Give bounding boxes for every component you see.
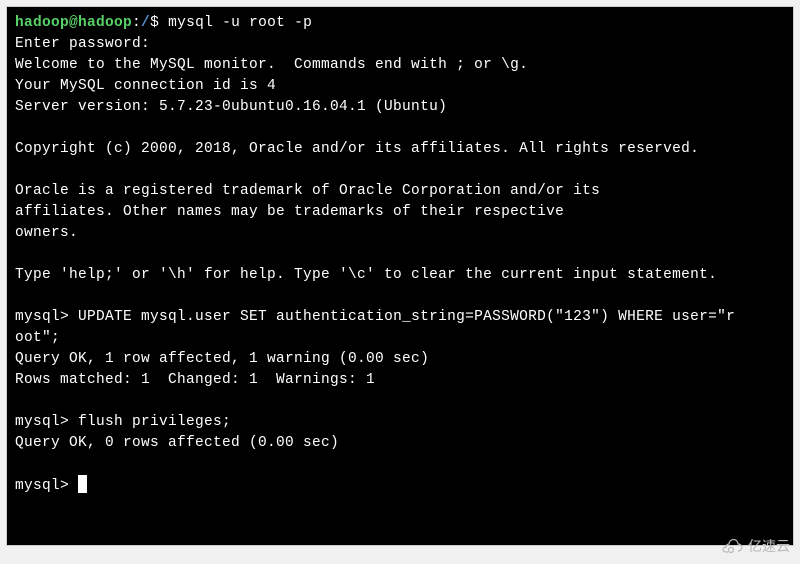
cursor-icon bbox=[78, 475, 87, 493]
connection-id-line: Your MySQL connection id is 4 bbox=[15, 76, 785, 97]
terminal-window[interactable]: hadoop@hadoop:/$ mysql -u root -p Enter … bbox=[6, 6, 794, 546]
prompt-sep1: : bbox=[132, 15, 141, 31]
mysql-cursor-line[interactable]: mysql> bbox=[15, 475, 785, 497]
blank-line bbox=[15, 160, 785, 181]
prompt-sep2: $ bbox=[150, 15, 168, 31]
oracle-line-2: affiliates. Other names may be trademark… bbox=[15, 202, 785, 223]
blank-line bbox=[15, 118, 785, 139]
enter-password-line: Enter password: bbox=[15, 34, 785, 55]
blank-line bbox=[15, 391, 785, 412]
oracle-line-1: Oracle is a registered trademark of Orac… bbox=[15, 181, 785, 202]
watermark-text: 亿速云 bbox=[748, 536, 790, 556]
mysql-prompt: mysql> bbox=[15, 309, 78, 325]
command-text: mysql -u root -p bbox=[168, 15, 312, 31]
mysql-prompt: mysql> bbox=[15, 414, 78, 430]
mysql-update-line-wrap: oot"; bbox=[15, 328, 785, 349]
server-version-line: Server version: 5.7.23-0ubuntu0.16.04.1 … bbox=[15, 97, 785, 118]
sql-flush-stmt: flush privileges; bbox=[78, 414, 231, 430]
copyright-line: Copyright (c) 2000, 2018, Oracle and/or … bbox=[15, 139, 785, 160]
blank-line bbox=[15, 286, 785, 307]
mysql-prompt: mysql> bbox=[15, 478, 78, 494]
mysql-update-line: mysql> UPDATE mysql.user SET authenticat… bbox=[15, 307, 785, 328]
help-line: Type 'help;' or '\h' for help. Type '\c'… bbox=[15, 265, 785, 286]
welcome-line: Welcome to the MySQL monitor. Commands e… bbox=[15, 55, 785, 76]
cloud-icon bbox=[718, 537, 744, 555]
blank-line bbox=[15, 244, 785, 265]
sql-update-stmt-2: oot"; bbox=[15, 330, 60, 346]
prompt-line: hadoop@hadoop:/$ mysql -u root -p bbox=[15, 13, 785, 34]
query-ok-line-1: Query OK, 1 row affected, 1 warning (0.0… bbox=[15, 349, 785, 370]
query-ok-line-2: Query OK, 0 rows affected (0.00 sec) bbox=[15, 433, 785, 454]
blank-line bbox=[15, 454, 785, 475]
prompt-user: hadoop@hadoop bbox=[15, 15, 132, 31]
mysql-flush-line: mysql> flush privileges; bbox=[15, 412, 785, 433]
rows-matched-line: Rows matched: 1 Changed: 1 Warnings: 1 bbox=[15, 370, 785, 391]
oracle-line-3: owners. bbox=[15, 223, 785, 244]
sql-update-stmt-1: UPDATE mysql.user SET authentication_str… bbox=[78, 309, 735, 325]
prompt-path: / bbox=[141, 15, 150, 31]
watermark: 亿速云 bbox=[718, 536, 790, 556]
